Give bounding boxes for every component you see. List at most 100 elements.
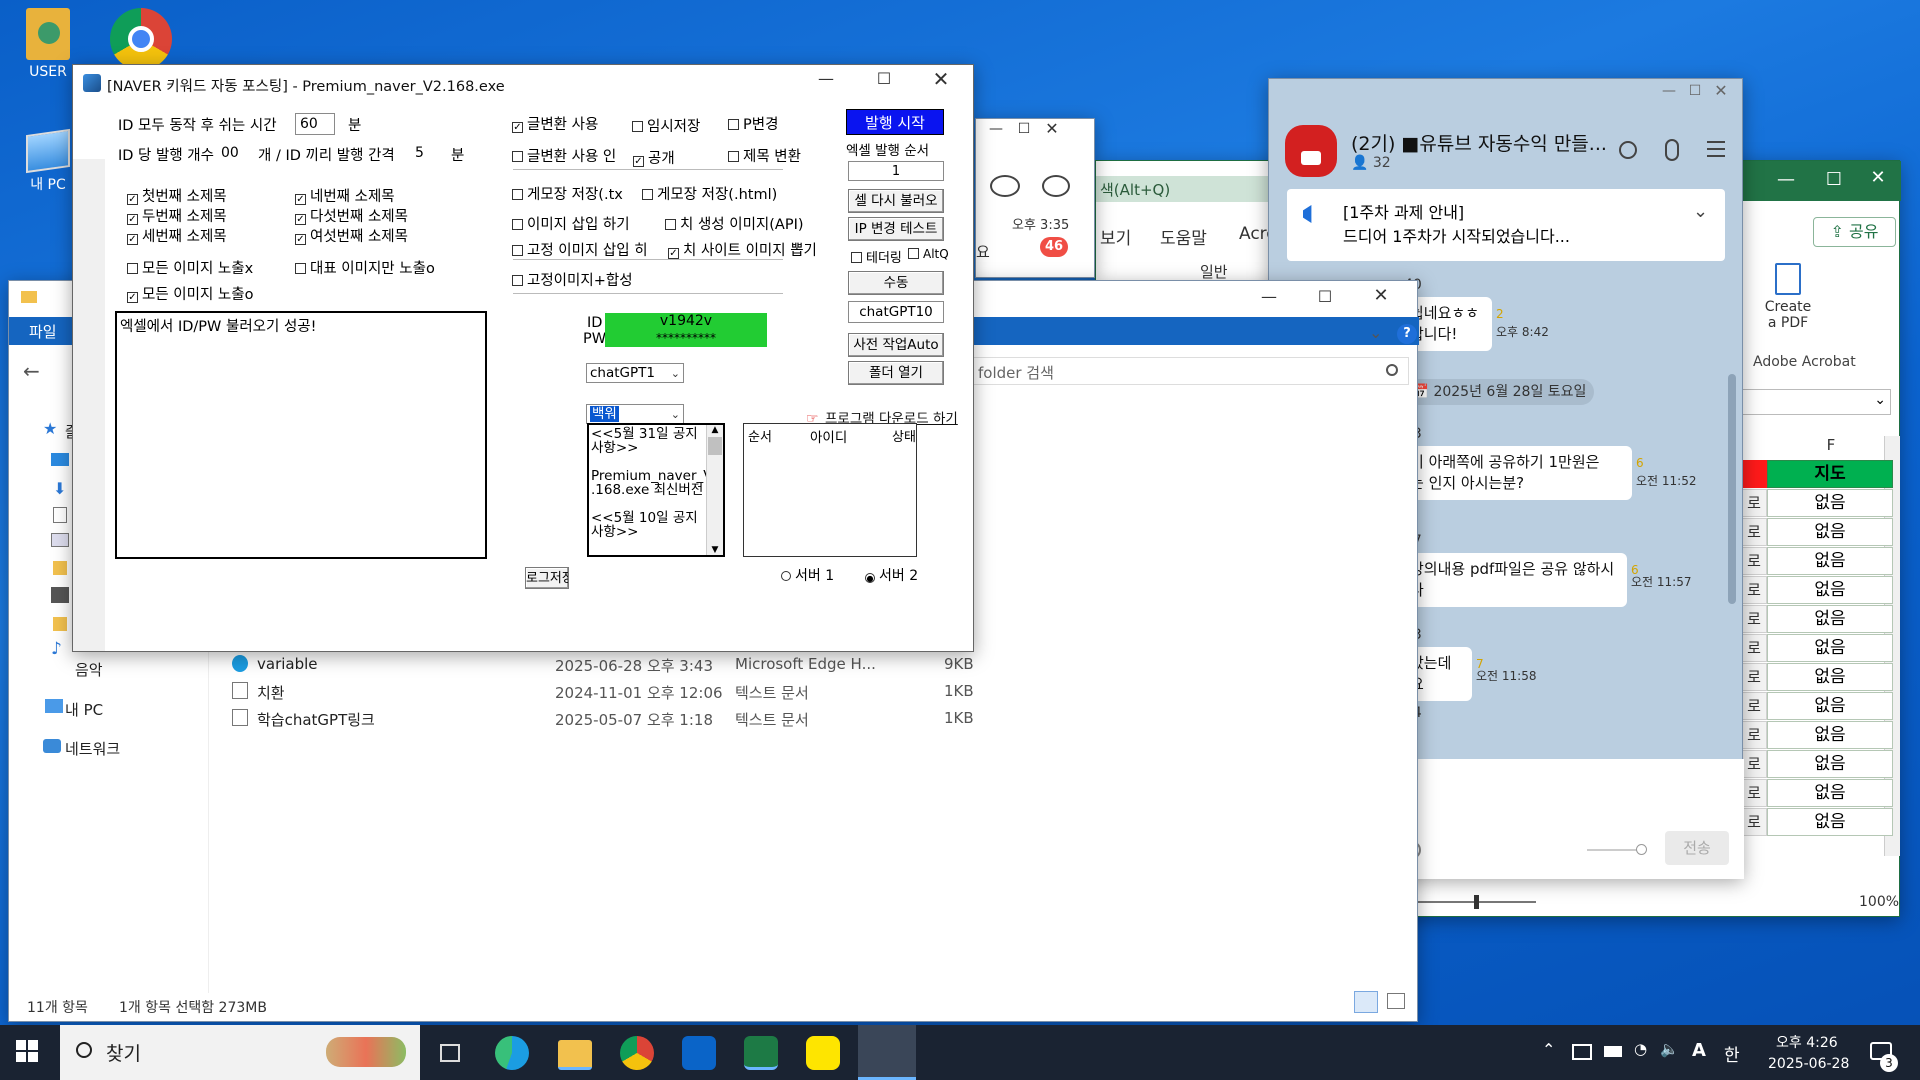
excel-namebox[interactable]: ⌄ — [1741, 389, 1891, 415]
table-cell[interactable]: 없음 — [1767, 634, 1893, 662]
pc-icon[interactable] — [45, 699, 63, 713]
checkbox-box[interactable]: ✓ — [127, 214, 138, 225]
excel-taskbar-icon[interactable] — [744, 1036, 778, 1070]
add-chat-icon[interactable] — [1042, 175, 1070, 197]
desktop-folder-icon[interactable] — [51, 453, 69, 466]
subtitle-checkbox[interactable]: ✓ 첫번째 소제목 — [127, 185, 227, 206]
excel-menu-help[interactable]: 도움말 — [1160, 224, 1207, 249]
input-slider[interactable] — [1587, 844, 1647, 855]
start-button[interactable] — [16, 1040, 38, 1062]
table-cell[interactable]: 없음 — [1767, 547, 1893, 575]
checkbox-box[interactable] — [632, 121, 643, 132]
site-image-checkbox[interactable]: ✓ 치 사이트 이미지 뽑기 — [668, 239, 817, 260]
open-folder-button[interactable]: 폴더 열기 — [848, 361, 944, 385]
checkbox-box[interactable]: ✓ — [295, 214, 306, 225]
row-left-cell[interactable]: 로 — [1741, 779, 1767, 807]
save-txt-checkbox[interactable]: 게모장 저장(.tx — [512, 183, 623, 204]
table-cell[interactable]: 없음 — [1767, 576, 1893, 604]
list-header-order[interactable]: 순서 — [748, 426, 774, 445]
checkbox-box[interactable] — [728, 119, 739, 130]
rep-image-only-checkbox[interactable]: 대표 이미지만 노출o — [295, 257, 435, 278]
chat-bubble[interactable]: 기 아래쪽에 공유하기 1만원은 는 인지 아시는분? — [1402, 446, 1632, 500]
row-left-cell[interactable]: 로 — [1741, 721, 1767, 749]
picture-icon[interactable] — [51, 533, 69, 547]
checkbox-box[interactable] — [512, 151, 523, 162]
row-left-cell[interactable]: 로 — [1741, 576, 1767, 604]
table-cell[interactable]: 없음 — [1767, 721, 1893, 749]
tray-ime[interactable]: 한 — [1724, 1041, 1740, 1066]
row-left-cell[interactable]: 로 — [1741, 692, 1767, 720]
subtitle-checkbox[interactable]: ✓ 여섯번째 소제목 — [295, 225, 408, 246]
title-convert-checkbox[interactable]: 제목 변환 — [728, 145, 801, 166]
checkbox-box[interactable]: ✓ — [668, 248, 679, 259]
table-cell[interactable]: 없음 — [1767, 663, 1893, 691]
all-images-x-checkbox[interactable]: 모든 이미지 노출x — [127, 257, 253, 278]
music-icon[interactable]: ♪ — [51, 639, 62, 659]
maximize-button[interactable]: ☐ — [1305, 287, 1345, 306]
pre-work-button[interactable]: 사전 작업Auto — [848, 333, 944, 357]
close-button[interactable]: ✕ — [1361, 285, 1401, 306]
file-tab[interactable]: 파일 — [29, 321, 57, 342]
ai-image-checkbox[interactable]: 치 생성 이미지(API) — [665, 213, 804, 234]
subtitle-checkbox[interactable]: ✓ 두번째 소제목 — [127, 205, 227, 226]
excel-minimize-button[interactable]: — — [1766, 169, 1806, 190]
table-cell[interactable]: 없음 — [1767, 489, 1893, 517]
checkbox-box[interactable]: ✓ — [295, 234, 306, 245]
folder-icon[interactable] — [53, 561, 67, 575]
subtitle-checkbox[interactable]: ✓ 네번째 소제목 — [295, 185, 395, 206]
clock-date[interactable]: 2025-06-28 — [1768, 1056, 1849, 1072]
gpt-model-input[interactable]: chatGPT10 — [848, 301, 944, 323]
tray-battery-icon[interactable] — [1604, 1046, 1622, 1057]
checkbox-box[interactable] — [127, 263, 138, 274]
file-row[interactable]: 치환 2024-11-01 오후 12:06 텍스트 문서 1KB — [228, 678, 1028, 704]
quick-access-star-icon[interactable]: ★ — [43, 419, 57, 438]
notice-scrollbar[interactable]: ▲ ▼ — [706, 425, 723, 555]
notice-banner[interactable]: [1주차 과제 안내] 드디어 1주차가 시작되었습니다... ⌄ — [1287, 189, 1725, 261]
checkbox-box[interactable] — [512, 245, 523, 256]
file-row[interactable]: variable 2025-06-28 오후 3:43 Microsoft Edge… — [228, 651, 1028, 677]
checkbox-box[interactable] — [728, 151, 739, 162]
chat-scrollbar[interactable] — [1728, 374, 1736, 604]
manual-button[interactable]: 수동 — [848, 271, 944, 295]
subtitle-checkbox[interactable]: ✓ 다섯번째 소제목 — [295, 205, 408, 226]
document-icon[interactable] — [53, 507, 67, 523]
subtitle-checkbox[interactable]: ✓ 세번째 소제목 — [127, 225, 227, 246]
excel-share-button[interactable]: ⇪ 공유 — [1813, 217, 1896, 247]
log-textarea[interactable]: 엑셀에서 ID/PW 불러오기 성공! — [115, 311, 487, 559]
row-left-cell[interactable]: 로 — [1741, 605, 1767, 633]
tether-checkbox[interactable]: 테더링 — [851, 247, 902, 266]
radio-icon[interactable]: ● — [865, 573, 875, 583]
tiles-view-icon[interactable] — [1387, 993, 1405, 1009]
minimize-button[interactable]: — — [806, 69, 846, 88]
close-button[interactable]: ✕ — [921, 67, 961, 91]
account-list[interactable]: 순서 아이디 상태 — [743, 423, 917, 557]
back-arrow-icon[interactable]: ← — [23, 359, 40, 383]
chat-bubble-icon[interactable] — [990, 175, 1020, 197]
reload-excel-button[interactable]: 셀 다시 불러오 — [848, 189, 944, 213]
create-pdf-button[interactable]: Create a PDF — [1743, 263, 1833, 343]
tray-chevron-icon[interactable]: ⌃ — [1542, 1040, 1555, 1059]
temp-save-checkbox[interactable]: 임시저장 — [632, 115, 700, 136]
chevron-down-icon[interactable]: ⌄ — [1693, 201, 1708, 222]
tray-wifi-icon[interactable]: ◔ — [1634, 1040, 1647, 1058]
help-icon[interactable]: ? — [1397, 324, 1417, 344]
checkbox-box[interactable] — [512, 219, 523, 230]
chrome-desktop-icon[interactable] — [110, 8, 172, 70]
checkbox-box[interactable] — [512, 275, 523, 286]
header-cell[interactable]: 지도 — [1767, 460, 1893, 488]
checkbox-box[interactable]: ✓ — [127, 234, 138, 245]
chevron-down-icon[interactable]: ⌄ — [1369, 323, 1382, 342]
checkbox-box[interactable] — [642, 189, 653, 200]
table-cell[interactable]: 없음 — [1767, 692, 1893, 720]
radio-icon[interactable] — [781, 571, 791, 581]
checkbox-box[interactable] — [851, 252, 862, 263]
scroll-up-icon[interactable]: ▲ — [707, 425, 723, 435]
notice-box[interactable]: <<5월 31일 공지 사항>> Premium_naver_V2.168.exe … — [587, 423, 725, 557]
log-save-button[interactable]: 로그저장 — [525, 567, 569, 589]
checkbox-box[interactable] — [908, 248, 919, 259]
excel-maximize-button[interactable]: ☐ — [1814, 169, 1854, 190]
scroll-down-icon[interactable]: ▼ — [707, 545, 723, 555]
ip-test-button[interactable]: IP 변경 테스트 — [848, 217, 944, 241]
fixed-image-checkbox[interactable]: 고정 이미지 삽입 히 — [512, 239, 648, 260]
outlook-taskbar-icon[interactable] — [682, 1036, 716, 1070]
